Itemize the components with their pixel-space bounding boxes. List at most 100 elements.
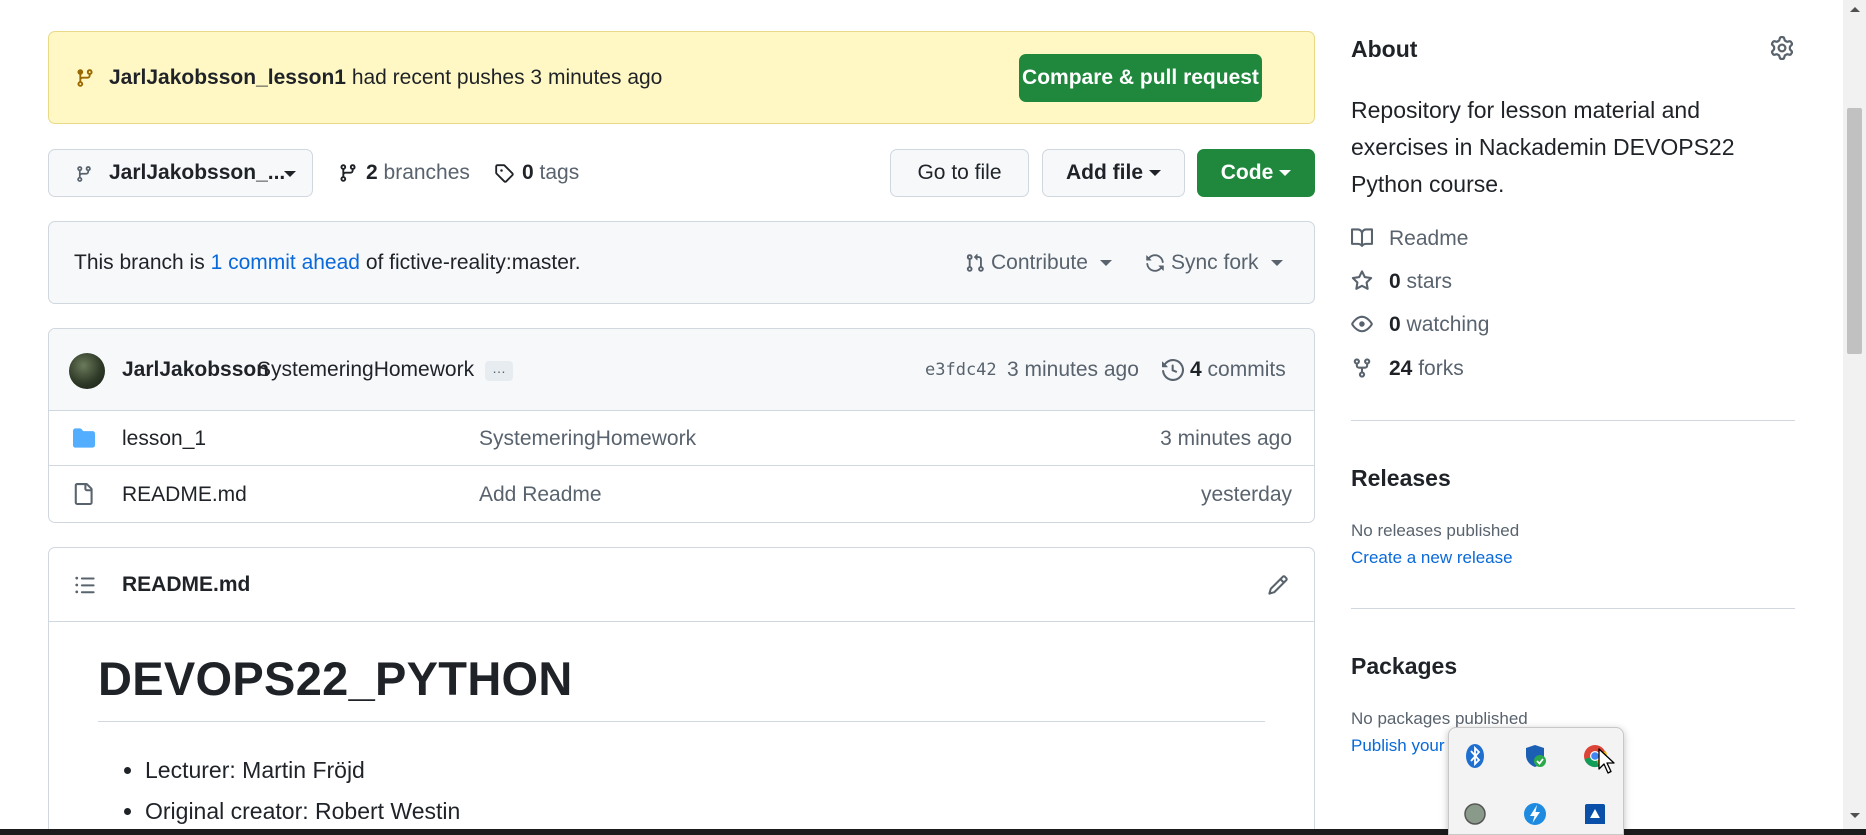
- branch-select-button[interactable]: JarlJakobsson_...: [48, 149, 313, 197]
- commit-message-link[interactable]: SystemeringHomework: [257, 329, 474, 411]
- banner-text: JarlJakobsson_lesson1 had recent pushes …: [109, 32, 662, 123]
- forks-count: 24: [1389, 357, 1413, 380]
- tags-label: tags: [539, 161, 580, 184]
- sync-fork-dropdown[interactable]: Sync fork: [1145, 222, 1283, 303]
- commit-author-link[interactable]: JarlJakobsson: [122, 329, 269, 411]
- branch-status-text: This branch is 1 commit ahead of fictive…: [74, 222, 581, 303]
- publish-package-link[interactable]: Publish your: [1351, 736, 1445, 756]
- blue-app-icon[interactable]: [1581, 800, 1609, 828]
- star-icon: [1351, 270, 1373, 290]
- go-to-file-label: Go to file: [917, 161, 1002, 184]
- list-item: Lecturer: Martin Fröjd: [145, 750, 460, 791]
- branches-link[interactable]: 2 branches: [338, 149, 470, 197]
- sync-icon: [1146, 254, 1164, 272]
- branch-status-prefix: This branch is: [74, 251, 205, 274]
- chevron-down-icon: [1149, 170, 1161, 177]
- watching-link[interactable]: 0 watching: [1351, 310, 1489, 340]
- readme-list: Lecturer: Martin Fröjd Original creator:…: [121, 750, 460, 832]
- windows-security-icon[interactable]: [1521, 742, 1549, 770]
- commit-sha-link[interactable]: e3fdc42: [925, 329, 997, 411]
- commits-history-link[interactable]: 4 commits: [1162, 329, 1286, 411]
- chevron-down-icon: [284, 171, 296, 177]
- commits-ahead-link[interactable]: 1 commit ahead: [211, 251, 360, 274]
- create-release-link[interactable]: Create a new release: [1351, 548, 1513, 568]
- releases-title[interactable]: Releases: [1351, 465, 1451, 492]
- file-commit-time: yesterday: [1200, 483, 1292, 506]
- releases-empty-text: No releases published: [1351, 521, 1520, 540]
- watching-label: watching: [1406, 313, 1490, 336]
- readme-link-label: Readme: [1389, 227, 1469, 250]
- readme-link[interactable]: Readme: [1351, 224, 1468, 254]
- file-row[interactable]: README.md Add Readme yesterday: [49, 467, 1314, 522]
- branch-icon: [340, 164, 356, 182]
- tags-count: 0: [522, 161, 534, 184]
- contribute-dropdown[interactable]: Contribute: [965, 222, 1112, 303]
- pull-request-icon: [966, 253, 984, 272]
- commit-expand-button[interactable]: …: [485, 361, 513, 381]
- readme-filename[interactable]: README.md: [122, 548, 250, 622]
- sync-fork-label: Sync fork: [1171, 251, 1259, 274]
- chevron-down-icon: [1270, 260, 1283, 267]
- file-commit-message-link[interactable]: SystemeringHomework: [479, 411, 696, 466]
- tags-link[interactable]: 0 tags: [494, 149, 579, 197]
- commit-time: 3 minutes ago: [1007, 358, 1139, 381]
- branch-icon: [75, 165, 93, 183]
- contribute-label: Contribute: [991, 251, 1088, 274]
- branch-status-suffix: of fictive-reality:master.: [365, 251, 581, 274]
- chevron-down-icon: [1279, 170, 1292, 177]
- readme-heading: DEVOPS22_PYTHON: [98, 652, 573, 705]
- stars-link[interactable]: 0 stars: [1351, 267, 1452, 297]
- scroll-up-arrow-icon[interactable]: [1848, 4, 1862, 14]
- branch-status-box: This branch is 1 commit ahead of fictive…: [48, 221, 1315, 304]
- code-label: Code: [1220, 161, 1274, 184]
- scroll-down-arrow-icon[interactable]: [1848, 811, 1862, 821]
- status-dot-icon[interactable]: [1461, 800, 1489, 828]
- lightning-app-icon[interactable]: [1521, 800, 1549, 828]
- file-name-link[interactable]: README.md: [122, 467, 247, 522]
- branches-label: branches: [383, 161, 470, 184]
- history-icon: [1162, 359, 1184, 381]
- forks-link[interactable]: 24 forks: [1351, 354, 1464, 384]
- add-file-button[interactable]: Add file: [1042, 149, 1185, 197]
- packages-title[interactable]: Packages: [1351, 653, 1457, 680]
- bluetooth-icon[interactable]: [1461, 742, 1489, 770]
- add-file-label: Add file: [1066, 161, 1143, 184]
- watching-count: 0: [1389, 313, 1401, 336]
- sidebar-divider: [1351, 420, 1795, 421]
- readme-panel: README.md DEVOPS22_PYTHON Lecturer: Mart…: [48, 547, 1315, 835]
- file-icon: [72, 483, 94, 505]
- go-to-file-button[interactable]: Go to file: [890, 149, 1029, 197]
- file-commit-time: 3 minutes ago: [1160, 427, 1292, 450]
- tag-icon: [495, 164, 514, 183]
- pencil-icon[interactable]: [1267, 574, 1289, 596]
- branch-icon: [75, 68, 95, 88]
- folder-icon: [72, 427, 96, 449]
- scrollbar-thumb[interactable]: [1847, 108, 1862, 354]
- file-row[interactable]: lesson_1 SystemeringHomework 3 minutes a…: [49, 411, 1314, 466]
- recent-pushes-banner: JarlJakobsson_lesson1 had recent pushes …: [48, 31, 1315, 124]
- commits-count: 4: [1190, 358, 1202, 381]
- gear-icon[interactable]: [1770, 36, 1794, 60]
- forks-label: forks: [1418, 357, 1464, 380]
- book-icon: [1351, 228, 1373, 247]
- file-name-link[interactable]: lesson_1: [122, 411, 206, 466]
- outline-list-icon[interactable]: [74, 574, 96, 596]
- file-commit-message-link[interactable]: Add Readme: [479, 467, 602, 522]
- stars-label: stars: [1406, 270, 1453, 293]
- about-description: Repository for lesson material and exerc…: [1351, 97, 1735, 197]
- packages-empty-text: No packages published: [1351, 709, 1528, 728]
- system-tray-overflow-popup: [1448, 727, 1624, 835]
- commits-label: commits: [1207, 358, 1286, 381]
- avatar[interactable]: [69, 353, 105, 389]
- banner-branch-link[interactable]: JarlJakobsson_lesson1: [109, 66, 346, 89]
- code-button[interactable]: Code: [1197, 149, 1315, 197]
- about-title: About: [1351, 36, 1418, 62]
- readme-divider: [98, 721, 1265, 722]
- eye-icon: [1351, 315, 1373, 333]
- banner-message: had recent pushes 3 minutes ago: [351, 66, 663, 89]
- compare-pull-request-button[interactable]: Compare & pull request: [1019, 54, 1262, 102]
- readme-header: README.md: [49, 548, 1314, 622]
- stars-count: 0: [1389, 270, 1401, 293]
- file-table: JarlJakobsson SystemeringHomework … e3fd…: [48, 328, 1315, 523]
- list-item: Original creator: Robert Westin: [145, 791, 460, 832]
